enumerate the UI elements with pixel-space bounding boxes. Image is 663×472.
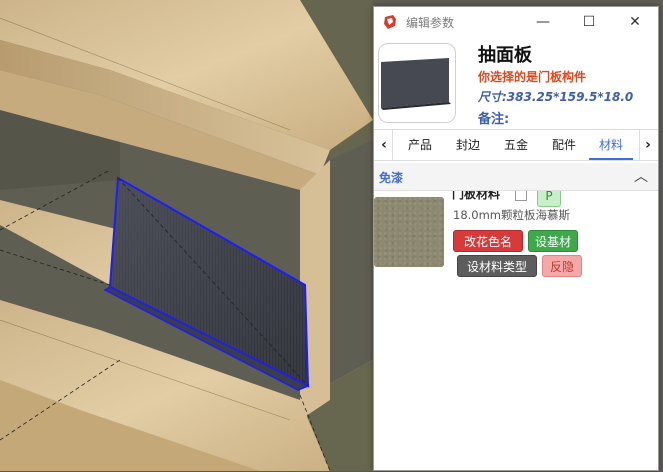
part-name: 抽面板 bbox=[478, 45, 532, 66]
section-title: 免漆 bbox=[379, 171, 404, 185]
rename-color-button[interactable]: 改花色名 bbox=[453, 230, 523, 252]
maximize-button[interactable]: ☐ bbox=[566, 7, 612, 37]
panel-preview-image bbox=[381, 58, 451, 110]
part-header: 抽面板 你选择的是门板构件 尺寸:383.25*159.5*18.0 备注: bbox=[374, 37, 658, 129]
close-button[interactable]: ✕ bbox=[612, 7, 658, 37]
tab-prev-chevron-icon[interactable]: ‹ bbox=[376, 130, 393, 160]
reverse-hidden-button[interactable]: 反隐 bbox=[542, 255, 582, 277]
sketchup-app-icon bbox=[384, 15, 396, 29]
window-title: 编辑参数 bbox=[406, 15, 455, 30]
material-checkbox[interactable] bbox=[515, 191, 527, 201]
selection-note: 你选择的是门板构件 bbox=[478, 70, 587, 84]
material-name: 门板材料 bbox=[452, 191, 501, 201]
tab-accessories[interactable]: 配件 bbox=[544, 130, 584, 160]
material-swatch[interactable] bbox=[374, 197, 444, 267]
tab-hardware[interactable]: 五金 bbox=[496, 130, 536, 160]
set-material-type-button[interactable]: 设材料类型 bbox=[457, 255, 537, 277]
tab-edge-banding[interactable]: 封边 bbox=[448, 130, 488, 160]
remark-label[interactable]: 备注: bbox=[478, 108, 509, 127]
tab-next-chevron-icon[interactable]: › bbox=[639, 130, 656, 160]
tab-material[interactable]: 材料 bbox=[589, 130, 633, 160]
p-badge[interactable]: P bbox=[537, 191, 561, 207]
chevron-up-icon[interactable]: ︿ bbox=[634, 166, 648, 186]
tab-product[interactable]: 产品 bbox=[400, 130, 440, 160]
title-bar[interactable]: 编辑参数 — ☐ ✕ bbox=[374, 7, 658, 37]
section-header-no-paint[interactable]: 免漆 ︿ bbox=[374, 163, 658, 191]
part-thumbnail bbox=[378, 43, 456, 123]
tab-bar: ‹ 产品 封边 五金 配件 材料 › bbox=[374, 129, 658, 161]
edit-params-dialog: 编辑参数 — ☐ ✕ 抽面板 你选择的是门板构件 尺寸:383.25*159.5… bbox=[373, 6, 659, 471]
minimize-button[interactable]: — bbox=[520, 7, 566, 37]
set-base-material-button[interactable]: 设基材 bbox=[528, 230, 578, 252]
material-list: 门板材料 P 18.0mm颗粒板海慕斯 改花色名 设基材 设材料类型 反隐 bbox=[374, 191, 658, 472]
part-size: 尺寸:383.25*159.5*18.0 bbox=[478, 90, 634, 104]
material-description: 18.0mm颗粒板海慕斯 bbox=[453, 208, 571, 222]
